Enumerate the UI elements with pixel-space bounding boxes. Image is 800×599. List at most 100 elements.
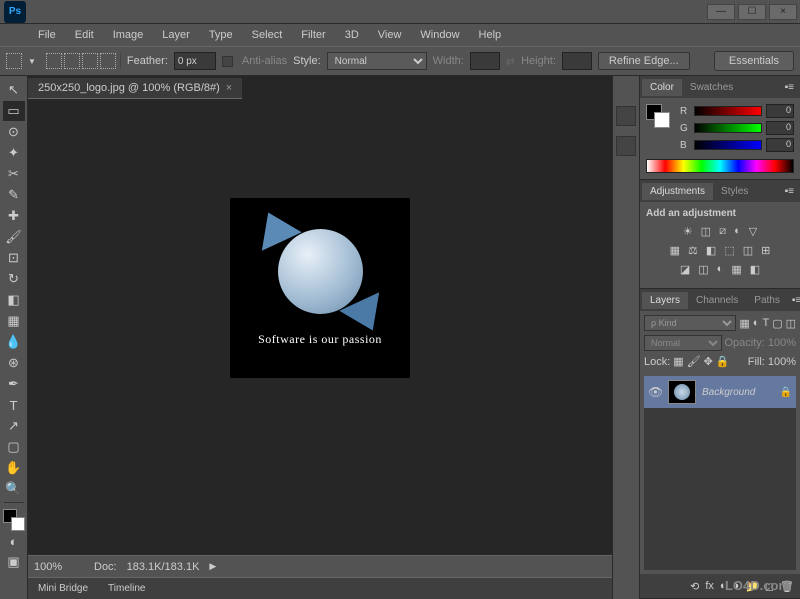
hue-icon[interactable]: ▦	[670, 244, 680, 257]
marquee-tool-icon[interactable]	[6, 53, 22, 69]
color-panel-menu-icon[interactable]: ▪≡	[781, 82, 798, 93]
menu-type[interactable]: Type	[201, 27, 241, 43]
crop-tool[interactable]: ✂	[3, 164, 25, 184]
status-arrow-icon[interactable]: ▶	[209, 561, 216, 572]
document-tab[interactable]: 250x250_logo.jpg @ 100% (RGB/8#) ×	[28, 78, 242, 99]
brush-tool[interactable]: 🖌	[3, 227, 25, 247]
r-value[interactable]: 0	[766, 104, 794, 118]
blend-mode-select[interactable]: Normal	[644, 335, 722, 351]
shape-tool[interactable]: ▢	[3, 437, 25, 457]
menu-window[interactable]: Window	[412, 27, 467, 43]
type-tool[interactable]: T	[3, 395, 25, 415]
filter-type-icon[interactable]: T	[762, 317, 769, 329]
b-slider[interactable]	[694, 140, 762, 150]
stamp-tool[interactable]: ⊡	[3, 248, 25, 268]
tab-mini-bridge[interactable]: Mini Bridge	[28, 580, 98, 597]
screenmode-tool[interactable]: ▣	[3, 552, 25, 572]
balance-icon[interactable]: ⚖	[688, 244, 698, 257]
curves-icon[interactable]: ⧄	[719, 225, 726, 238]
threshold-icon[interactable]: ◐	[717, 263, 724, 276]
quickmask-tool[interactable]: ◐	[3, 531, 25, 551]
brightness-icon[interactable]: ☀	[683, 225, 693, 238]
spectrum-picker[interactable]	[646, 159, 794, 173]
move-tool[interactable]: ↖	[3, 80, 25, 100]
visibility-icon[interactable]: 👁	[648, 385, 662, 399]
gradient-map-icon[interactable]: ▦	[731, 263, 741, 276]
layers-panel-menu-icon[interactable]: ▪≡	[788, 295, 800, 306]
eraser-tool[interactable]: ◧	[3, 290, 25, 310]
layer-style-icon[interactable]: fx	[705, 580, 714, 592]
lasso-tool[interactable]: ⊙	[3, 122, 25, 142]
link-layers-icon[interactable]: ⟲	[690, 580, 699, 593]
zoom-level[interactable]: 100%	[34, 561, 84, 573]
menu-image[interactable]: Image	[105, 27, 152, 43]
exposure-icon[interactable]: ◐	[734, 225, 741, 238]
tab-paths[interactable]: Paths	[746, 292, 788, 309]
menu-filter[interactable]: Filter	[293, 27, 333, 43]
canvas-viewport[interactable]: Software is our passion	[28, 100, 612, 555]
filter-shape-icon[interactable]: ▢	[772, 317, 782, 330]
opacity-value[interactable]: 100%	[768, 337, 796, 349]
dodge-tool[interactable]: ⊛	[3, 353, 25, 373]
bw-icon[interactable]: ◧	[706, 244, 716, 257]
feather-input[interactable]	[174, 52, 216, 70]
tab-styles[interactable]: Styles	[713, 183, 756, 200]
vibrance-icon[interactable]: ▽	[749, 225, 757, 238]
gradient-tool[interactable]: ▦	[3, 311, 25, 331]
tab-color[interactable]: Color	[642, 79, 682, 96]
menu-select[interactable]: Select	[244, 27, 291, 43]
g-slider[interactable]	[694, 123, 762, 133]
new-selection-icon[interactable]	[46, 53, 62, 69]
menu-help[interactable]: Help	[471, 27, 510, 43]
close-button[interactable]: ×	[769, 4, 797, 20]
maximize-button[interactable]: ☐	[738, 4, 766, 20]
color-swatches[interactable]	[3, 509, 25, 531]
menu-edit[interactable]: Edit	[67, 27, 102, 43]
wand-tool[interactable]: ✦	[3, 143, 25, 163]
layer-name[interactable]: Background	[702, 387, 755, 398]
minimize-button[interactable]: —	[707, 4, 735, 20]
adjustments-panel-menu-icon[interactable]: ▪≡	[781, 186, 798, 197]
tab-channels[interactable]: Channels	[688, 292, 746, 309]
background-swatch[interactable]	[11, 517, 25, 531]
style-select[interactable]: Normal	[327, 52, 427, 70]
history-panel-icon[interactable]	[616, 106, 636, 126]
refine-edge-button[interactable]: Refine Edge...	[598, 52, 690, 70]
document-close-icon[interactable]: ×	[226, 82, 232, 94]
path-tool[interactable]: ↗	[3, 416, 25, 436]
lock-all-icon[interactable]: 🔒	[716, 355, 730, 368]
subtract-selection-icon[interactable]	[82, 53, 98, 69]
antialias-checkbox[interactable]	[222, 56, 233, 67]
menu-layer[interactable]: Layer	[154, 27, 198, 43]
layer-row-background[interactable]: 👁 Background 🔒	[644, 376, 796, 408]
history-brush-tool[interactable]: ↻	[3, 269, 25, 289]
eyedropper-tool[interactable]: ✎	[3, 185, 25, 205]
lock-transparent-icon[interactable]: ▦	[673, 355, 683, 368]
tab-timeline[interactable]: Timeline	[98, 580, 155, 597]
marquee-tool[interactable]: ▭	[3, 101, 25, 121]
lock-position-icon[interactable]: ✥	[704, 355, 713, 368]
menu-3d[interactable]: 3D	[337, 27, 367, 43]
layer-kind-filter[interactable]: ρ Kind	[644, 315, 736, 331]
selective-color-icon[interactable]: ◧	[750, 263, 760, 276]
workspace-switcher[interactable]: Essentials	[714, 51, 794, 71]
r-slider[interactable]	[694, 106, 762, 116]
lookup-icon[interactable]: ⊞	[761, 244, 770, 257]
filter-adj-icon[interactable]: ◐	[753, 317, 760, 329]
g-value[interactable]: 0	[766, 121, 794, 135]
invert-icon[interactable]: ◪	[680, 263, 690, 276]
b-value[interactable]: 0	[766, 138, 794, 152]
menu-file[interactable]: File	[30, 27, 64, 43]
zoom-tool[interactable]: 🔍	[3, 479, 25, 499]
photo-filter-icon[interactable]: ⬚	[724, 244, 734, 257]
lock-icon[interactable]: 🔒	[780, 387, 792, 398]
levels-icon[interactable]: ◫	[701, 225, 711, 238]
pen-tool[interactable]: ✒	[3, 374, 25, 394]
add-selection-icon[interactable]	[64, 53, 80, 69]
menu-view[interactable]: View	[370, 27, 410, 43]
layer-thumbnail[interactable]	[668, 380, 696, 404]
tab-adjustments[interactable]: Adjustments	[642, 183, 713, 200]
panel-bg-swatch[interactable]	[654, 112, 670, 128]
chevron-down-icon[interactable]: ▼	[28, 57, 36, 66]
filter-pixel-icon[interactable]: ▦	[739, 317, 749, 330]
